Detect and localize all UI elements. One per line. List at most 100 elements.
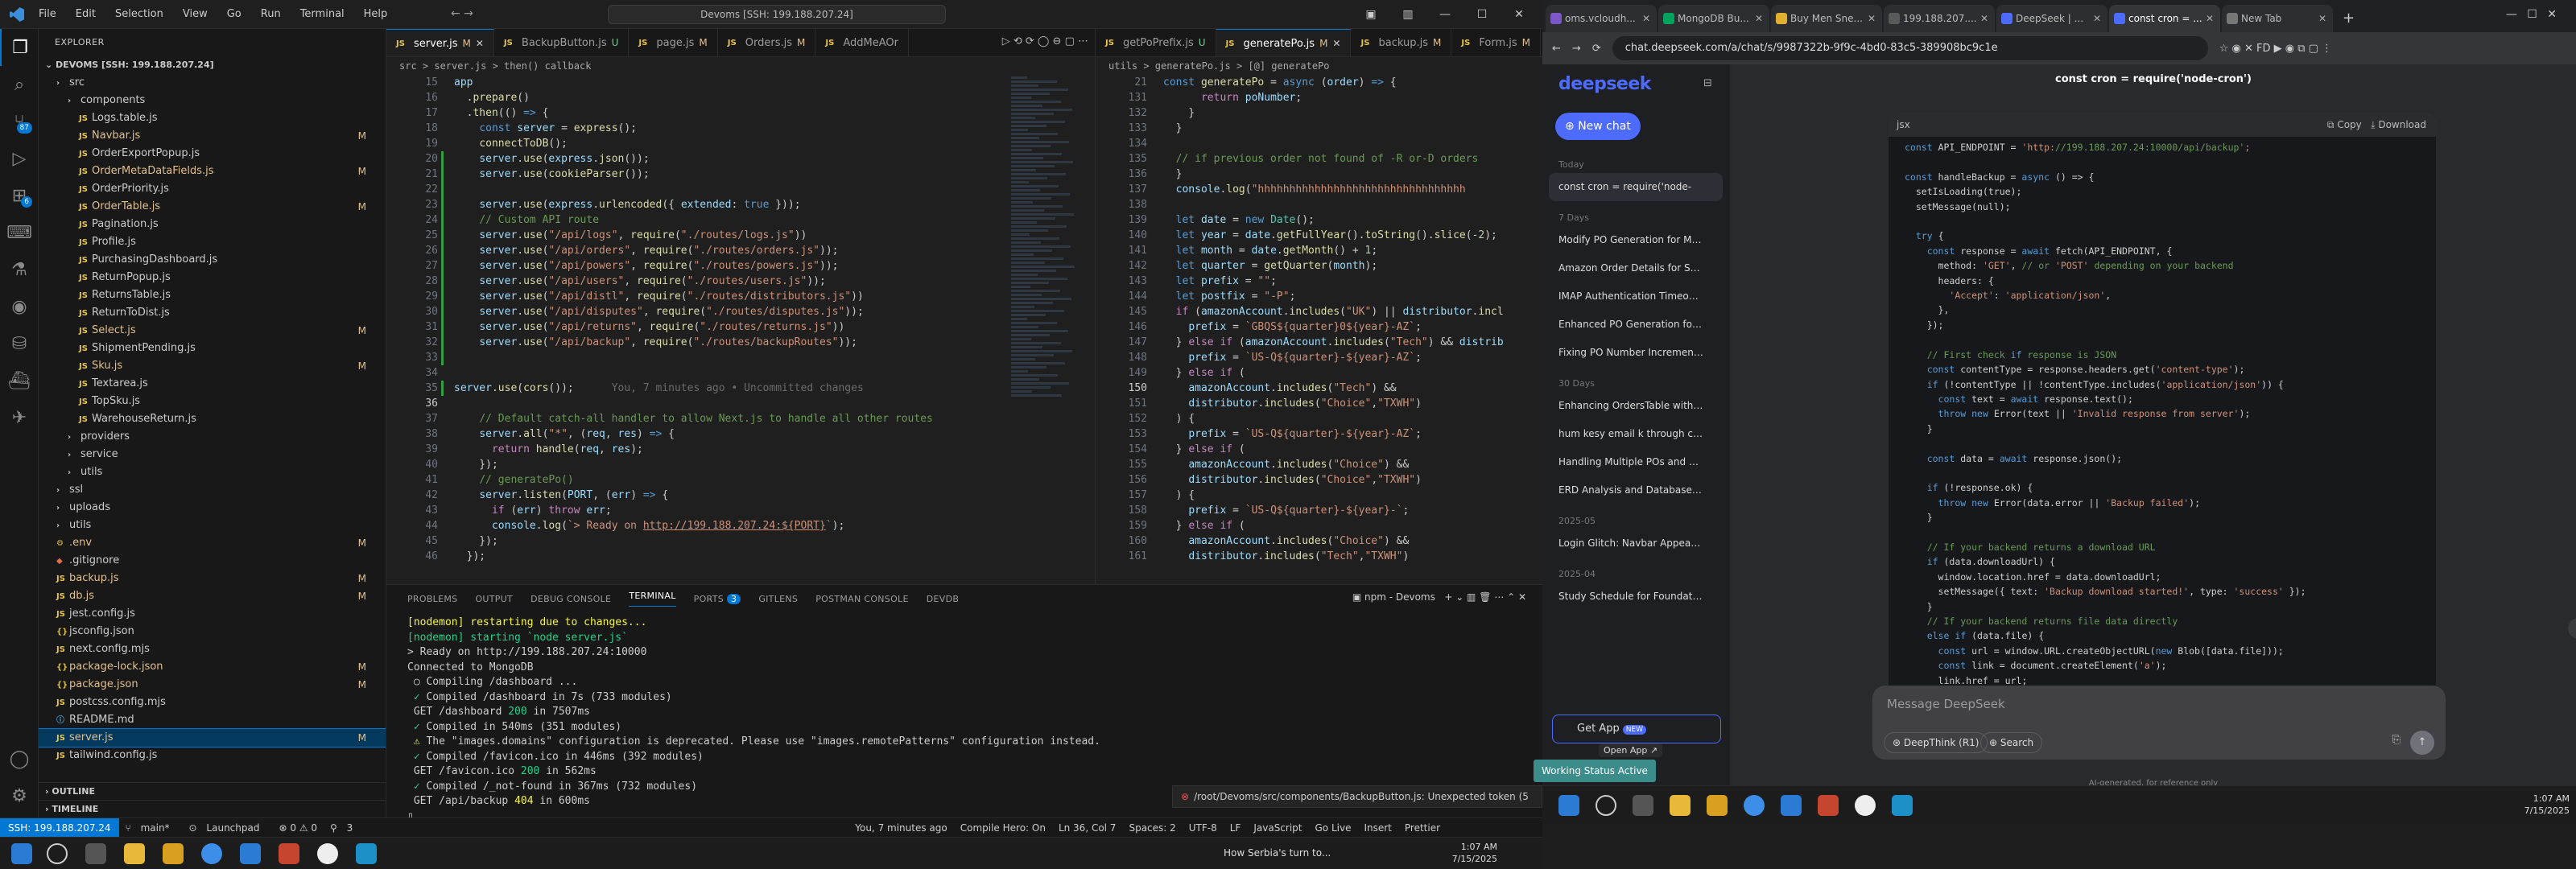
download-button[interactable]: ⤓ Download [2371, 119, 2426, 130]
history-item[interactable]: IMAP Authentication Timeout Er [1542, 282, 1719, 311]
nav-arrows-icon[interactable]: ← → [451, 7, 473, 20]
chrome-icon-2[interactable] [1744, 795, 1765, 816]
panel-tab-devdb[interactable]: DEVDB [927, 594, 959, 604]
reload-icon[interactable]: ⟳ [1592, 43, 1601, 55]
tree-folder[interactable]: › ssl [39, 481, 386, 499]
editor-tab[interactable]: JS backup.js M [1351, 29, 1452, 56]
cursor-position[interactable]: Ln 36, Col 7 [1052, 822, 1123, 834]
windows-start-icon-2[interactable] [1558, 795, 1579, 816]
blame-status[interactable]: You, 7 minutes ago [848, 822, 953, 834]
tree-file[interactable]: JS next.config.mjs [39, 640, 386, 658]
new-chat-button[interactable]: ⊕ New chat [1555, 113, 1641, 140]
tree-file[interactable]: JS Profile.js [39, 233, 386, 251]
indent-status[interactable]: Spaces: 2 [1122, 822, 1182, 834]
tree-folder[interactable]: › utils [39, 463, 386, 481]
menu-go[interactable]: Go [219, 5, 250, 23]
tree-file[interactable]: JS ReturnPopup.js [39, 269, 386, 286]
app3-icon-2[interactable] [1892, 795, 1913, 816]
tree-file[interactable]: JS PurchasingDashboard.js [39, 251, 386, 269]
scroll-down-button[interactable]: ⌄ [2568, 618, 2576, 639]
history-item[interactable]: Modify PO Generation for Multi [1542, 226, 1719, 254]
windows-start-icon[interactable] [11, 843, 32, 864]
app-icon-2[interactable] [1818, 795, 1839, 816]
tree-file[interactable]: JS ReturnsTable.js [39, 286, 386, 304]
history-item[interactable]: ERD Analysis and Database Mod [1542, 476, 1719, 505]
menu-file[interactable]: File [31, 5, 64, 23]
panel-tab-debug-console[interactable]: DEBUG CONSOLE [530, 594, 611, 604]
insert-status[interactable]: Insert [1357, 822, 1397, 834]
chrome-icon[interactable] [201, 843, 222, 864]
tree-folder[interactable]: › uploads [39, 499, 386, 517]
send-button[interactable]: ↑ [2410, 731, 2434, 755]
problems-status[interactable]: ⊗ 0 ⚠ 0 [272, 822, 324, 834]
app2-icon[interactable] [317, 843, 338, 864]
panel-tab-output[interactable]: OUTPUT [475, 594, 513, 604]
golive-status[interactable]: Go Live [1309, 822, 1358, 834]
message-input-box[interactable]: Message DeepSeek ⊛ DeepThink (R1) ⊕ Sear… [1872, 686, 2446, 760]
message-input[interactable]: Message DeepSeek [1887, 697, 2005, 711]
timeline-section[interactable]: › TIMELINE [39, 800, 386, 818]
encoding-status[interactable]: UTF-8 [1183, 822, 1224, 834]
history-item[interactable]: Enhanced PO Generation for Re [1542, 311, 1719, 339]
new-tab-icon[interactable]: + [2334, 5, 2363, 32]
remote-explorer-icon[interactable]: ⌨ [0, 214, 39, 251]
taskbar-search-icon[interactable] [47, 843, 68, 864]
prettier-status[interactable]: Prettier [1398, 822, 1447, 834]
ports-status[interactable]: ⚲ 3 [324, 822, 365, 834]
account-icon[interactable]: ◯ [0, 740, 39, 777]
history-item[interactable]: hum kesy email k through code [1542, 420, 1719, 448]
tree-file[interactable]: JS ReturnToDist.js [39, 304, 386, 322]
browser-window-controls[interactable]: — ☐ ✕ [2506, 8, 2560, 21]
app-icon[interactable] [279, 843, 299, 864]
store-icon[interactable] [163, 843, 184, 864]
layout-controls[interactable]: ▣ ▥ — ☐ ✕ [1352, 0, 1538, 29]
task-view-icon[interactable] [85, 843, 106, 864]
language-status[interactable]: JavaScript [1247, 822, 1308, 834]
history-item[interactable]: Study Schedule for Foundation S [1542, 583, 1719, 611]
breadcrumb[interactable]: src > server.js > then() callback [386, 57, 1095, 75]
eol-status[interactable]: LF [1224, 822, 1248, 834]
editor-tab[interactable]: JS page.js M [629, 29, 718, 56]
browser-tab[interactable]: 199.188.207.... ✕ [1884, 5, 1995, 32]
editor-tab[interactable]: JS BackupButton.js U [494, 29, 630, 56]
tree-folder[interactable]: › src [39, 74, 386, 92]
tree-file[interactable]: {} package.json M [39, 676, 386, 694]
extensions-icons[interactable]: ☆ ◉ ✕ FD ▶ ◉ ⧉ ▢ ⋮ [2219, 43, 2332, 55]
tree-file[interactable]: JS tailwind.config.js [39, 747, 386, 764]
tree-file[interactable]: JS postcss.config.mjs [39, 694, 386, 711]
close-tab-icon[interactable]: ✕ [2318, 5, 2326, 32]
close-tab-icon[interactable]: ✕ [2206, 5, 2214, 32]
search-icon[interactable]: ⌕ [0, 66, 39, 103]
menu-terminal[interactable]: Terminal [292, 5, 353, 23]
collapse-sidebar-icon[interactable]: ⊟ [1703, 77, 1712, 89]
tree-file[interactable]: JS Textarea.js [39, 375, 386, 393]
menu-view[interactable]: View [175, 5, 216, 23]
menu-help[interactable]: Help [356, 5, 396, 23]
tree-folder[interactable]: › service [39, 446, 386, 463]
back-icon[interactable]: ← [1552, 43, 1561, 55]
search-icon-2[interactable] [1596, 795, 1616, 816]
tree-file[interactable]: JS db.js M [39, 587, 386, 605]
copy-button[interactable]: ⧉ Copy [2327, 119, 2362, 130]
panel-tab-gitlens[interactable]: GITLENS [758, 594, 798, 604]
tree-folder[interactable]: › components [39, 92, 386, 109]
breadcrumb-right[interactable]: utils > generatePo.js > [@] generatePo [1096, 57, 1542, 75]
panel-toggle-icon[interactable]: ▥ [1389, 0, 1426, 29]
history-item[interactable]: Enhancing OrdersTable with Pro [1542, 392, 1719, 420]
menu-run[interactable]: Run [253, 5, 289, 23]
editor-tab[interactable]: JS Orders.js M [718, 29, 816, 56]
workspace-root[interactable]: ⌄ DEVOMS [SSH: 199.188.207.24] [39, 56, 386, 74]
panel-tab-terminal[interactable]: TERMINAL [629, 591, 676, 607]
browser-tab[interactable]: MongoDB Bu... ✕ [1658, 5, 1769, 32]
close-tab-icon[interactable]: ✕ [2093, 5, 2101, 32]
tree-file[interactable]: {} jsconfig.json [39, 623, 386, 640]
close-icon[interactable]: ✕ [1501, 0, 1538, 29]
editor-tab[interactable]: JS AddMeAOr [815, 29, 909, 56]
tree-file[interactable]: ⚙ .env M [39, 534, 386, 552]
browser-tab[interactable]: New Tab ✕ [2222, 5, 2333, 32]
browser-tab[interactable]: DeepSeek | ... ✕ [1996, 5, 2107, 32]
tree-file[interactable]: JS ShipmentPending.js [39, 340, 386, 357]
editor-tab[interactable]: JS server.js M ✕ [386, 29, 494, 56]
compile-status[interactable]: Compile Hero: On [954, 822, 1052, 834]
tree-file[interactable]: JS backup.js M [39, 570, 386, 587]
